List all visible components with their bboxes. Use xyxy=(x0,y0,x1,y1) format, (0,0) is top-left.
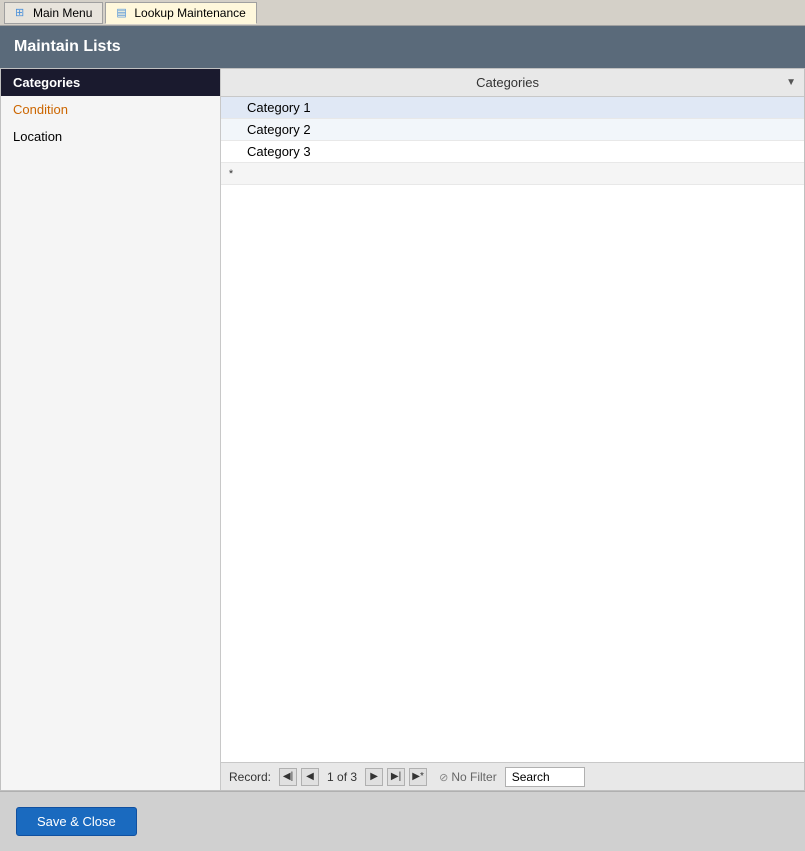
nav-next-button[interactable]: ▶ xyxy=(365,768,383,786)
sidebar-item-location-label: Location xyxy=(13,129,62,144)
grid-body: Category 1 Category 2 Category 3 * xyxy=(221,97,804,762)
sidebar-item-categories[interactable]: Categories xyxy=(1,69,220,96)
navigation-bar: Record: ◀| ◀ 1 of 3 ▶ ▶| ▶* ⊘ No Filter xyxy=(221,762,804,790)
title-bar: ⊞ Main Menu ▤ Lookup Maintenance xyxy=(0,0,805,26)
sidebar-item-categories-label: Categories xyxy=(13,75,80,90)
nav-new-button[interactable]: ▶* xyxy=(409,768,427,786)
row-cell-2[interactable]: Category 2 xyxy=(241,120,804,139)
sidebar-item-condition-label: Condition xyxy=(13,102,68,117)
save-close-label: Save & Close xyxy=(37,814,116,829)
list-icon: ▤ xyxy=(116,6,130,20)
grid-header: Categories ▼ xyxy=(221,69,804,97)
row-cell-3[interactable]: Category 3 xyxy=(241,142,804,161)
record-label: Record: xyxy=(229,770,271,784)
filter-label: No Filter xyxy=(451,770,496,784)
sidebar: Categories Condition Location xyxy=(1,69,221,790)
table-row[interactable]: Category 2 xyxy=(221,119,804,141)
sidebar-item-location[interactable]: Location xyxy=(1,123,220,150)
main-content: Categories Condition Location Categories… xyxy=(0,68,805,791)
header-bar: Maintain Lists xyxy=(0,26,805,68)
nav-last-button[interactable]: ▶| xyxy=(387,768,405,786)
row-cell-new[interactable] xyxy=(241,172,804,176)
search-input[interactable] xyxy=(505,767,585,787)
table-row[interactable]: Category 3 xyxy=(221,141,804,163)
sidebar-item-condition[interactable]: Condition xyxy=(1,96,220,123)
grid-column-header: Categories xyxy=(229,75,786,90)
tab-lookup-maintenance-label: Lookup Maintenance xyxy=(134,6,245,20)
tab-main-menu[interactable]: ⊞ Main Menu xyxy=(4,2,103,24)
record-info: 1 of 3 xyxy=(327,770,357,784)
table-row[interactable]: Category 1 xyxy=(221,97,804,119)
filter-icon: ⊘ xyxy=(439,772,451,784)
table-row-new[interactable]: * xyxy=(221,163,804,185)
page-title: Maintain Lists xyxy=(14,38,121,56)
save-close-button[interactable]: Save & Close xyxy=(16,807,137,836)
nav-first-button[interactable]: ◀| xyxy=(279,768,297,786)
row-cell-1[interactable]: Category 1 xyxy=(241,98,804,117)
row-indicator-new: * xyxy=(221,168,241,180)
sort-arrow-icon[interactable]: ▼ xyxy=(786,77,796,88)
filter-status: ⊘ No Filter xyxy=(439,770,497,784)
tab-main-menu-label: Main Menu xyxy=(33,6,92,20)
nav-prev-button[interactable]: ◀ xyxy=(301,768,319,786)
grid-icon: ⊞ xyxy=(15,6,29,20)
bottom-bar: Save & Close xyxy=(0,791,805,851)
data-panel: Categories ▼ Category 1 Category 2 Categ… xyxy=(221,69,804,790)
tab-lookup-maintenance[interactable]: ▤ Lookup Maintenance xyxy=(105,2,256,24)
